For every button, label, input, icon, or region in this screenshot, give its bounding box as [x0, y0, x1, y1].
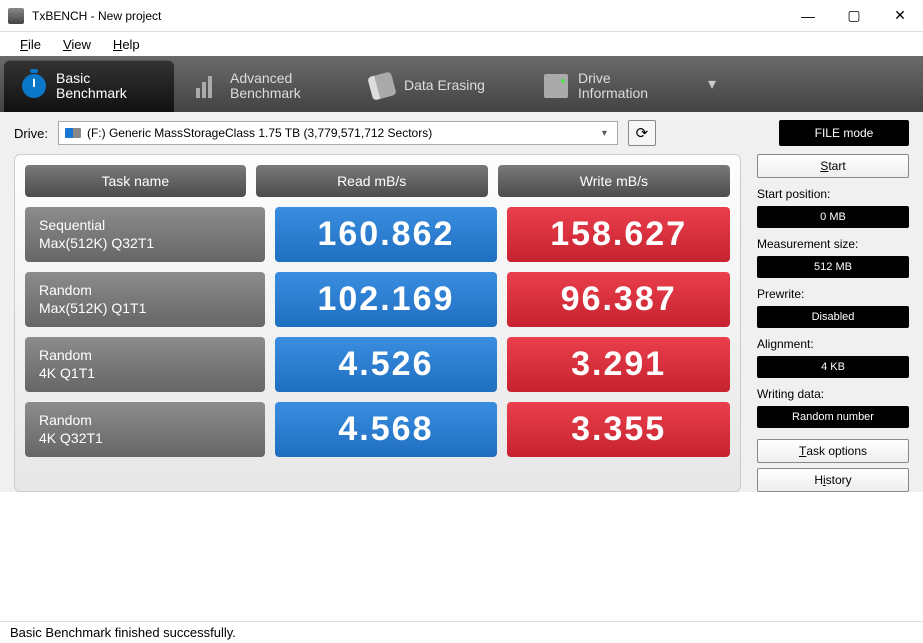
- write-value-cell: 96.387: [507, 272, 730, 327]
- header-write: Write mB/s: [498, 165, 730, 197]
- writing-data-value[interactable]: Random number: [757, 406, 909, 428]
- alignment-value[interactable]: 4 KB: [757, 356, 909, 378]
- measurement-size-label: Measurement size:: [757, 233, 909, 251]
- tab-drive-information[interactable]: DriveInformation: [526, 60, 696, 112]
- result-row: Random 4K Q32T1 4.568 3.355: [25, 402, 730, 457]
- task-name-cell[interactable]: Sequential Max(512K) Q32T1: [25, 207, 265, 262]
- read-value-cell: 4.526: [275, 337, 498, 392]
- status-bar: Basic Benchmark finished successfully.: [0, 621, 923, 643]
- main-content: Task name Read mB/s Write mB/s Sequentia…: [0, 154, 923, 492]
- drive-selector-row: Drive: (F:) Generic MassStorageClass 1.7…: [0, 112, 923, 154]
- refresh-icon: ⟳: [636, 124, 649, 142]
- header-task-name: Task name: [25, 165, 246, 197]
- alignment-label: Alignment:: [757, 333, 909, 351]
- writing-data-label: Writing data:: [757, 383, 909, 401]
- tab-overflow-button[interactable]: ▾: [698, 56, 726, 112]
- menu-file[interactable]: File: [10, 35, 51, 54]
- result-row: Sequential Max(512K) Q32T1 160.862 158.6…: [25, 207, 730, 262]
- drive-icon: [544, 74, 568, 98]
- side-panel: Start Start position: 0 MB Measurement s…: [757, 154, 909, 492]
- eraser-icon: [367, 71, 396, 100]
- drive-mini-icon: [65, 128, 81, 138]
- benchmark-results-panel: Task name Read mB/s Write mB/s Sequentia…: [14, 154, 741, 492]
- prewrite-label: Prewrite:: [757, 283, 909, 301]
- tab-strip: BasicBenchmark AdvancedBenchmark Data Er…: [0, 56, 923, 112]
- write-value-cell: 3.355: [507, 402, 730, 457]
- read-value-cell: 160.862: [275, 207, 498, 262]
- stopwatch-icon: [22, 74, 46, 98]
- start-button[interactable]: Start: [757, 154, 909, 178]
- window-title: TxBENCH - New project: [32, 9, 161, 23]
- start-position-value[interactable]: 0 MB: [757, 206, 909, 228]
- drive-label: Drive:: [14, 126, 48, 141]
- task-name-cell[interactable]: Random 4K Q1T1: [25, 337, 265, 392]
- tab-basic-benchmark[interactable]: BasicBenchmark: [4, 60, 174, 112]
- status-text: Basic Benchmark finished successfully.: [10, 625, 236, 640]
- app-icon: [8, 8, 24, 24]
- result-row: Random Max(512K) Q1T1 102.169 96.387: [25, 272, 730, 327]
- start-position-label: Start position:: [757, 183, 909, 201]
- read-value-cell: 4.568: [275, 402, 498, 457]
- tab-data-erasing[interactable]: Data Erasing: [352, 60, 522, 112]
- title-bar: TxBENCH - New project — ▢ ✕: [0, 0, 923, 32]
- minimize-button[interactable]: —: [785, 0, 831, 32]
- close-button[interactable]: ✕: [877, 0, 923, 32]
- tab-advanced-benchmark[interactable]: AdvancedBenchmark: [178, 60, 348, 112]
- read-value-cell: 102.169: [275, 272, 498, 327]
- write-value-cell: 3.291: [507, 337, 730, 392]
- menu-view[interactable]: View: [53, 35, 101, 54]
- task-options-button[interactable]: Task options: [757, 439, 909, 463]
- menu-help[interactable]: Help: [103, 35, 150, 54]
- header-read: Read mB/s: [256, 165, 488, 197]
- chevron-down-icon: ▾: [598, 128, 611, 139]
- menu-bar: File View Help: [0, 32, 923, 56]
- drive-selected-text: (F:) Generic MassStorageClass 1.75 TB (3…: [87, 126, 598, 140]
- file-mode-button[interactable]: FILE mode: [779, 120, 909, 146]
- history-button[interactable]: History: [757, 468, 909, 492]
- result-row: Random 4K Q1T1 4.526 3.291: [25, 337, 730, 392]
- maximize-button[interactable]: ▢: [831, 0, 877, 32]
- task-name-cell[interactable]: Random Max(512K) Q1T1: [25, 272, 265, 327]
- drive-select[interactable]: (F:) Generic MassStorageClass 1.75 TB (3…: [58, 121, 618, 145]
- results-header-row: Task name Read mB/s Write mB/s: [25, 165, 730, 197]
- measurement-size-value[interactable]: 512 MB: [757, 256, 909, 278]
- task-name-cell[interactable]: Random 4K Q32T1: [25, 402, 265, 457]
- write-value-cell: 158.627: [507, 207, 730, 262]
- prewrite-value[interactable]: Disabled: [757, 306, 909, 328]
- refresh-button[interactable]: ⟳: [628, 120, 656, 146]
- bar-chart-icon: [196, 74, 220, 98]
